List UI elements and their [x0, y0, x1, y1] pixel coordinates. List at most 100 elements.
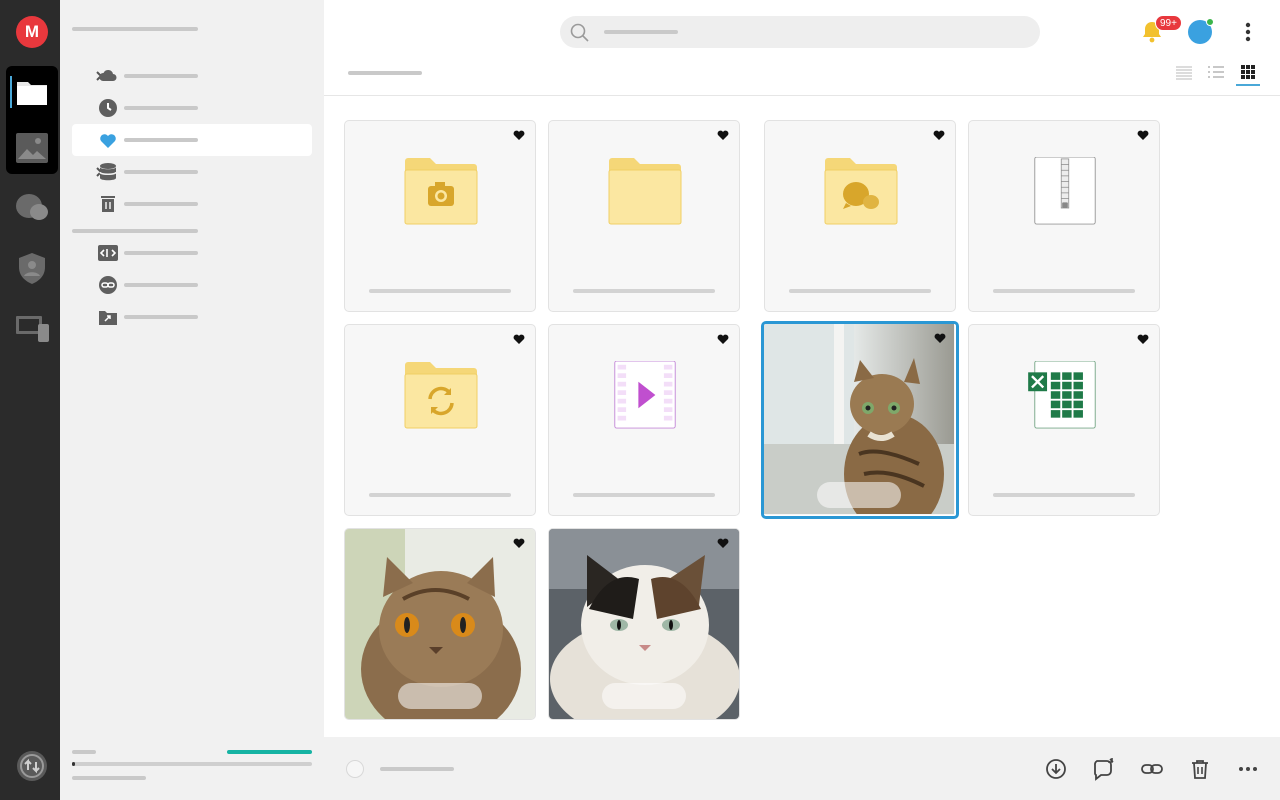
notification-badge: 99+: [1155, 15, 1182, 31]
heart-icon: [100, 134, 116, 148]
sidebar-heading: [72, 27, 198, 31]
selection-count-label: [380, 767, 454, 771]
sidebar-item-label: [124, 283, 198, 287]
grid-view-button[interactable]: [1236, 62, 1260, 86]
file-name-pill: [602, 683, 686, 709]
chat-folder-icon: [824, 158, 898, 225]
shared-folder-icon: [99, 311, 117, 325]
avatar[interactable]: [1188, 18, 1214, 44]
file-name: [573, 493, 715, 497]
selection-toolbar: [324, 737, 1280, 800]
link-icon[interactable]: [1140, 757, 1164, 781]
file-tile-selected[interactable]: [761, 321, 959, 519]
sidebar-section-heading: [72, 229, 198, 233]
storage-usage-text: [72, 776, 146, 780]
file-tile[interactable]: [764, 120, 956, 312]
sidebar-item-embedded-code[interactable]: [72, 237, 312, 269]
sidebar-item-label: [124, 106, 198, 110]
breadcrumb[interactable]: [348, 71, 422, 75]
zip-file-icon: [1034, 157, 1096, 225]
select-all-checkbox[interactable]: [346, 760, 364, 778]
sidebar-item-label: [124, 202, 198, 206]
sidebar-item-label: [124, 251, 198, 255]
file-name: [573, 289, 715, 293]
search-icon: [570, 23, 589, 42]
more-icon[interactable]: [1236, 757, 1260, 781]
favourite-heart-icon[interactable]: [1137, 130, 1149, 141]
file-name: [993, 493, 1135, 497]
chat-icon[interactable]: [14, 190, 50, 226]
file-name-pill: [817, 482, 901, 508]
search-bar[interactable]: [560, 16, 1040, 48]
devices-icon[interactable]: [14, 310, 50, 346]
favourite-heart-icon[interactable]: [717, 130, 729, 141]
file-name: [993, 289, 1135, 293]
link-icon: [99, 276, 117, 294]
photos-icon[interactable]: [14, 130, 50, 166]
header-divider: [324, 95, 1280, 96]
share-icon[interactable]: [1092, 757, 1116, 781]
mega-logo[interactable]: M: [16, 16, 48, 48]
file-tile[interactable]: [344, 528, 536, 720]
file-tile[interactable]: [548, 120, 740, 312]
favourite-heart-icon[interactable]: [934, 333, 946, 344]
more-options-icon[interactable]: [1238, 20, 1258, 44]
trash-icon[interactable]: [1188, 757, 1212, 781]
sidebar-item-rubbish-bin[interactable]: [72, 188, 312, 220]
favourite-heart-icon[interactable]: [513, 538, 525, 549]
database-icon: [99, 163, 117, 181]
sync-folder-icon: [404, 362, 478, 429]
video-file-icon: [614, 361, 676, 429]
file-tile[interactable]: [548, 528, 740, 720]
app-rail: M: [0, 0, 60, 800]
clock-icon: [99, 99, 117, 117]
sidebar-item-favourites[interactable]: [72, 124, 312, 156]
file-name: [369, 289, 511, 293]
file-name: [789, 289, 931, 293]
sidebar-item-links[interactable]: [72, 269, 312, 301]
favourite-heart-icon[interactable]: [1137, 334, 1149, 345]
sidebar-item-shared-items[interactable]: [72, 301, 312, 333]
sidebar: [60, 0, 324, 800]
security-shield-icon[interactable]: [14, 250, 50, 286]
cloud-icon: [99, 69, 117, 81]
storage-plan-label: [227, 750, 312, 754]
file-tile[interactable]: [968, 324, 1160, 516]
favourite-heart-icon[interactable]: [933, 130, 945, 141]
sidebar-item-label: [124, 170, 198, 174]
sync-icon[interactable]: [16, 750, 48, 782]
storage-usage-fill: [72, 762, 75, 766]
sidebar-item-backups[interactable]: [72, 156, 312, 188]
storage-usage-track: [72, 762, 312, 766]
grid-icon: [1241, 65, 1255, 79]
code-icon: [98, 245, 118, 261]
app-window: M 99+: [0, 0, 1280, 800]
file-name-pill: [398, 683, 482, 709]
files-icon[interactable]: [14, 74, 50, 110]
sidebar-item-cloud-drive[interactable]: [72, 60, 312, 92]
rail-active-indicator: [10, 76, 12, 108]
file-tile[interactable]: [968, 120, 1160, 312]
file-tile[interactable]: [344, 324, 536, 516]
favourite-heart-icon[interactable]: [513, 334, 525, 345]
online-status-dot: [1206, 18, 1214, 26]
sidebar-item-label: [124, 74, 198, 78]
folder-icon: [608, 158, 682, 225]
list-compact-icon[interactable]: [1172, 62, 1196, 84]
favourite-heart-icon[interactable]: [717, 538, 729, 549]
sidebar-item-label: [124, 315, 198, 319]
download-icon[interactable]: [1044, 757, 1068, 781]
favourite-heart-icon[interactable]: [717, 334, 729, 345]
file-tile[interactable]: [548, 324, 740, 516]
sidebar-item-recents[interactable]: [72, 92, 312, 124]
storage-label: [72, 750, 96, 754]
list-detail-icon[interactable]: [1204, 62, 1228, 84]
camera-folder-icon: [404, 158, 478, 225]
favourite-heart-icon[interactable]: [513, 130, 525, 141]
file-name: [369, 493, 511, 497]
search-input[interactable]: [600, 16, 1030, 48]
trash-icon: [101, 196, 115, 212]
sidebar-item-label: [124, 138, 198, 142]
excel-file-icon: [1028, 361, 1096, 429]
file-tile[interactable]: [344, 120, 536, 312]
